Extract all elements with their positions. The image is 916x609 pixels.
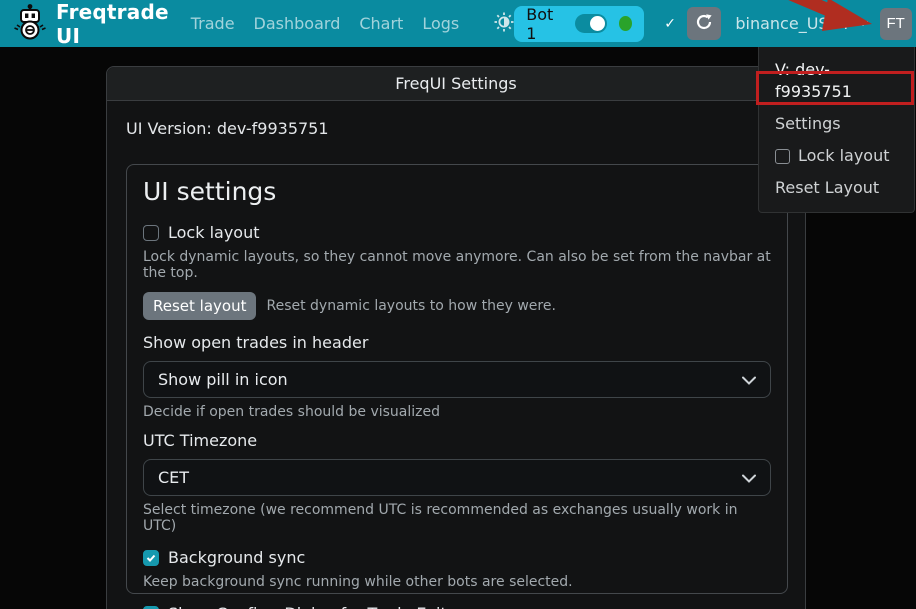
panel-title: FreqUI Settings	[395, 74, 516, 93]
open-trades-label: Show open trades in header	[143, 333, 771, 352]
menu-lock-layout-label: Lock layout	[798, 145, 890, 167]
timezone-help: Select timezone (we recommend UTC is rec…	[143, 502, 771, 534]
exchange-label: binance_USDT	[735, 14, 850, 33]
lock-layout-label[interactable]: Lock layout	[168, 223, 260, 242]
nav-link-chart[interactable]: Chart	[359, 14, 403, 33]
lock-layout-row[interactable]: Lock layout	[143, 223, 771, 242]
menu-item-settings[interactable]: Settings	[759, 108, 914, 140]
open-trades-selected-value: Show pill in icon	[158, 370, 288, 389]
navbar: Freqtrade UI Trade Dashboard Chart Logs	[0, 0, 916, 47]
lock-layout-checkbox[interactable]	[143, 225, 159, 241]
background-sync-label[interactable]: Background sync	[168, 548, 305, 567]
confirm-dialog-row[interactable]: Show Confirm Dialog for Trade Exits	[143, 604, 771, 609]
nav-link-trade[interactable]: Trade	[191, 14, 235, 33]
bot-name: Bot 1	[526, 5, 563, 43]
navbar-right: Bot 1 ✓ binance_USDT FT	[514, 6, 916, 42]
nav-link-logs[interactable]: Logs	[422, 14, 459, 33]
timezone-selected-value: CET	[158, 468, 189, 487]
reset-layout-help: Reset dynamic layouts to how they were.	[266, 298, 555, 314]
reload-button[interactable]	[687, 7, 721, 40]
bot-online-dot	[619, 16, 632, 31]
lock-layout-menu-checkbox[interactable]	[775, 149, 790, 164]
brightness-icon	[494, 12, 514, 36]
reload-icon	[695, 13, 713, 34]
panel-header: FreqUI Settings	[107, 67, 805, 101]
card-heading: UI settings	[143, 177, 771, 206]
brand[interactable]: Freqtrade UI	[12, 0, 169, 48]
open-trades-help: Decide if open trades should be visualiz…	[143, 404, 771, 420]
nav-links: Trade Dashboard Chart Logs	[191, 12, 515, 36]
timezone-label: UTC Timezone	[143, 431, 771, 450]
freqtrade-robot-logo-icon	[12, 3, 48, 45]
exchange-dropdown[interactable]: binance_USDT	[735, 14, 867, 33]
confirm-dialog-checkbox[interactable]	[143, 606, 159, 609]
timezone-select[interactable]: CET	[143, 459, 771, 496]
background-sync-checkbox[interactable]	[143, 550, 159, 566]
settings-panel: FreqUI Settings UI Version: dev-f9935751…	[106, 66, 806, 609]
background-sync-help: Keep background sync running while other…	[143, 574, 771, 590]
menu-item-lock-layout[interactable]: Lock layout	[759, 140, 914, 172]
theme-toggle-button[interactable]	[494, 12, 514, 36]
ui-settings-card: UI settings Lock layout Lock dynamic lay…	[126, 164, 788, 594]
nav-link-dashboard[interactable]: Dashboard	[254, 14, 341, 33]
reset-layout-button[interactable]: Reset layout	[143, 292, 256, 320]
menu-item-reset-layout[interactable]: Reset Layout	[759, 172, 914, 204]
chevron-down-icon	[858, 21, 868, 26]
background-sync-row[interactable]: Background sync	[143, 548, 771, 567]
menu-item-version: V: dev-f9935751	[759, 54, 914, 108]
confirm-dialog-label[interactable]: Show Confirm Dialog for Trade Exits	[168, 604, 455, 609]
lock-layout-help: Lock dynamic layouts, so they cannot mov…	[143, 249, 771, 281]
chevron-down-icon	[742, 468, 756, 487]
open-trades-select[interactable]: Show pill in icon	[143, 361, 771, 398]
user-dropdown-menu: V: dev-f9935751 Settings Lock layout Res…	[758, 47, 915, 213]
brand-title: Freqtrade UI	[56, 0, 169, 48]
avatar-menu-button[interactable]: FT	[880, 8, 912, 40]
bot-selector-pill[interactable]: Bot 1	[514, 6, 644, 42]
ui-version-text: UI Version: dev-f9935751	[126, 119, 786, 138]
check-icon[interactable]: ✓	[664, 16, 676, 32]
bot-toggle[interactable]	[575, 14, 607, 33]
chevron-down-icon	[742, 370, 756, 389]
